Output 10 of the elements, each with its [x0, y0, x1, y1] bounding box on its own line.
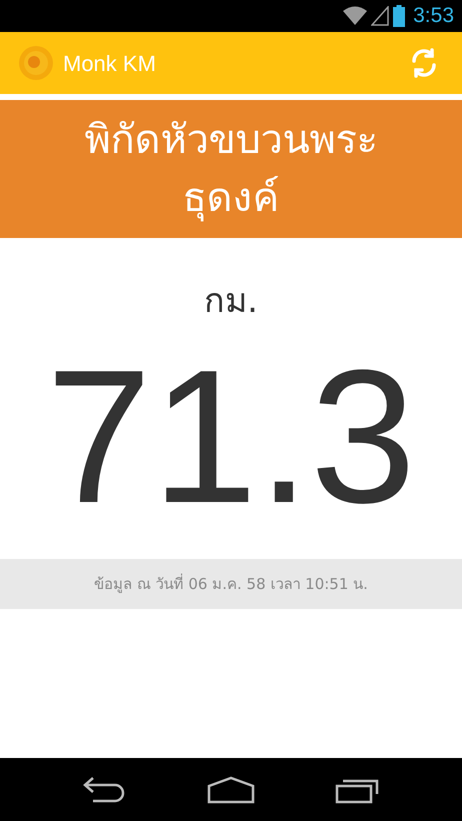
battery-icon	[393, 5, 406, 27]
wifi-icon	[343, 6, 368, 26]
update-text: ข้อมูล ณ วันที่ 06 ม.ค. 58 เวลา 10:51 น.	[94, 572, 368, 595]
header-title: พิกัดหัวขบวนพระธุดงค์	[84, 116, 378, 224]
distance-value: 71.3	[46, 337, 416, 537]
unit-label: กม.	[204, 280, 258, 323]
flower-icon	[18, 45, 54, 81]
app-title: Monk KM	[63, 50, 156, 78]
signal-icon	[371, 6, 390, 26]
status-time: 3:53	[413, 3, 454, 30]
